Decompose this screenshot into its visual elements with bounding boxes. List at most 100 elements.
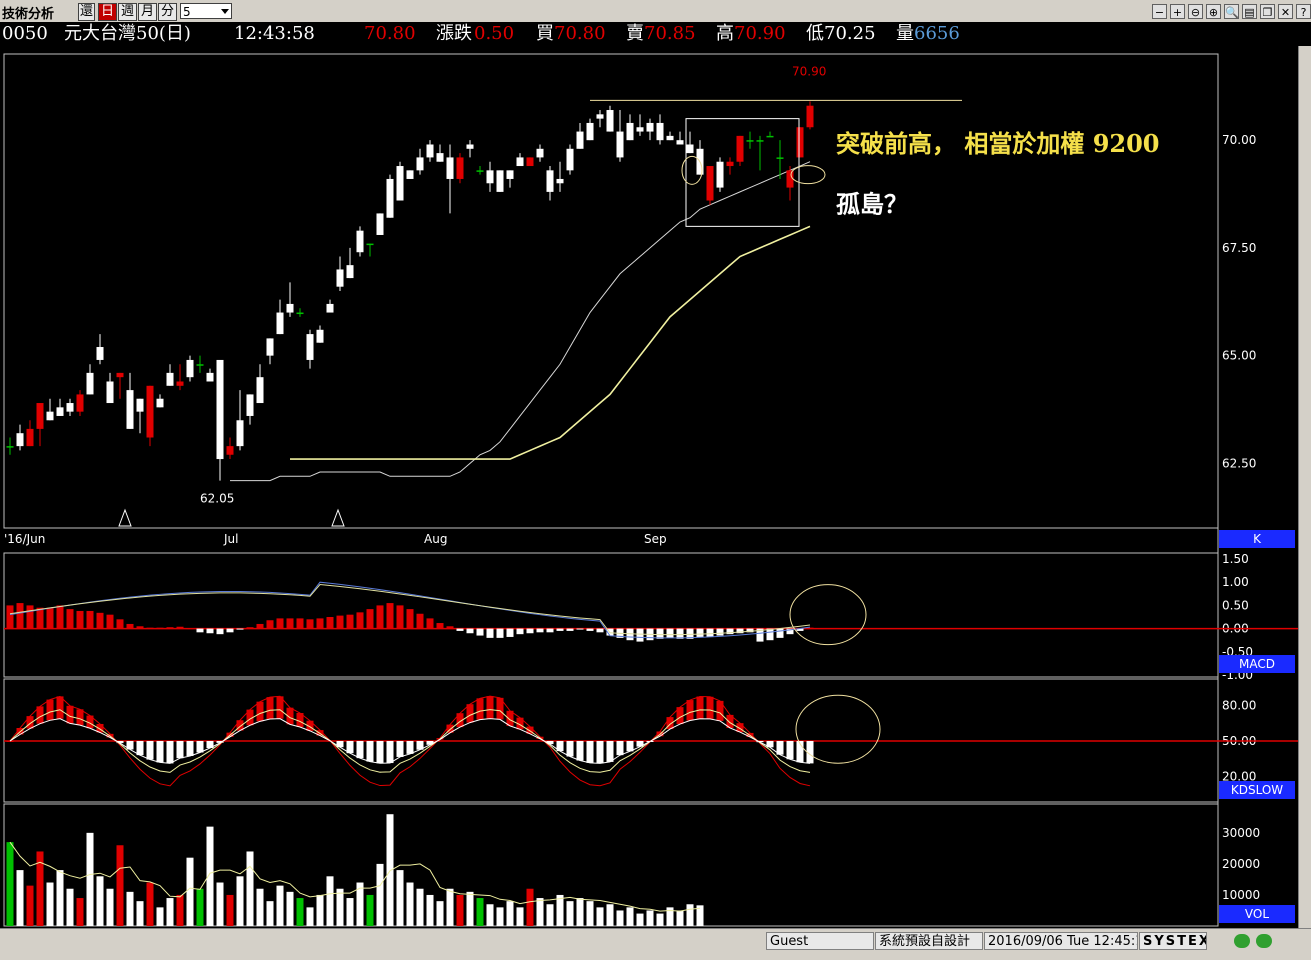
candle-body — [586, 122, 594, 141]
quote-price: 70.80 — [364, 23, 416, 44]
candle-body — [286, 303, 294, 313]
macd-bar — [626, 628, 634, 641]
bid-label: 買 — [536, 23, 554, 44]
macd-bar — [486, 628, 494, 638]
kd-bar — [376, 741, 384, 764]
candle-body — [236, 420, 244, 447]
macd-bar — [636, 628, 644, 642]
window-title: 技術分析 — [2, 7, 55, 22]
candle-body — [136, 398, 144, 412]
candle-body — [86, 372, 94, 395]
candle-body — [606, 110, 614, 132]
volume-bar — [146, 882, 154, 926]
high-value: 70.90 — [734, 23, 786, 44]
macd-bar — [536, 628, 544, 633]
kd-bar — [596, 741, 604, 764]
candle-body — [756, 140, 764, 142]
macd-bar — [526, 628, 534, 634]
volume-bar — [246, 851, 254, 926]
candle-body — [796, 127, 804, 158]
minus-icon[interactable]: − — [1152, 4, 1167, 19]
candle-body — [536, 148, 544, 158]
marker-triangle-icon — [331, 508, 345, 527]
macd-bar — [456, 628, 464, 631]
technical-chart: 62.50 65.00 67.50 70.00 '16/Jun Jul Aug Sep 70.9… — [3, 53, 1298, 927]
volume-bar — [396, 870, 404, 926]
kd-highlight-circle — [795, 694, 881, 764]
macd-bar — [166, 627, 174, 629]
volume-bar — [686, 904, 694, 926]
btn-daily[interactable]: 日 — [98, 3, 117, 21]
zoom-in-icon[interactable]: ⊕ — [1206, 4, 1221, 19]
kd-bar — [166, 741, 174, 764]
candle-body — [296, 312, 304, 315]
candle-body — [656, 122, 664, 141]
period-select[interactable]: 5 — [180, 3, 232, 19]
macd-y-tick: 0.50 — [1222, 598, 1249, 612]
y-tick-label: 70.00 — [1222, 133, 1256, 147]
macd-bar — [696, 628, 704, 637]
macd-panel: 1.501.000.500.00-0.50-1.00 — [4, 552, 1298, 682]
vertical-scrollbar[interactable] — [1298, 46, 1311, 928]
volume-panel: 30000 20000 10000 — [6, 814, 1260, 926]
macd-bar — [426, 618, 434, 629]
volume-bar — [606, 904, 614, 926]
btn-weekly[interactable]: 週 — [118, 3, 137, 21]
macd-bar — [466, 628, 474, 634]
candle-body — [306, 334, 314, 360]
candle-body — [716, 161, 724, 188]
volume-bar — [76, 898, 84, 926]
macd-bar — [126, 623, 134, 629]
macd-bar — [76, 610, 84, 629]
kd-bar — [76, 709, 84, 726]
candle-body — [196, 364, 204, 366]
kd-bar — [186, 741, 194, 756]
macd-bar — [266, 620, 274, 629]
volume-bar — [456, 894, 464, 926]
kd-bar — [146, 741, 154, 760]
ma-long-line — [290, 225, 811, 460]
status-layout[interactable]: 系統預設自設計 — [875, 932, 983, 950]
btn-monthly[interactable]: 月 — [138, 3, 157, 21]
candle-body — [246, 394, 254, 416]
kd-bar — [336, 741, 344, 748]
volume-bar — [676, 910, 684, 926]
restore-icon[interactable]: ❐ — [1260, 4, 1275, 19]
macd-bar — [256, 623, 264, 629]
period-select-value: 5 — [183, 5, 191, 19]
stock-name: 元大台灣50(日) — [64, 23, 191, 44]
search-icon[interactable]: 🔍 — [1224, 4, 1239, 19]
volume-bar — [176, 894, 184, 926]
x-tick-label: Aug — [424, 532, 447, 546]
kd-bar — [156, 741, 164, 763]
zoom-out-icon[interactable]: ⊖ — [1188, 4, 1203, 19]
vol-y-tick: 30000 — [1222, 826, 1260, 840]
candle-body — [116, 372, 124, 378]
btn-minute[interactable]: 分 — [158, 3, 177, 21]
plus-icon[interactable]: + — [1170, 4, 1185, 19]
macd-bar — [596, 628, 604, 633]
volume-bar — [156, 907, 164, 926]
volume-bar — [26, 885, 34, 926]
ask-value: 70.85 — [644, 23, 696, 44]
volume-bar — [426, 894, 434, 926]
btn-restore-adjust[interactable]: 還 — [78, 3, 95, 21]
macd-bar — [46, 607, 54, 629]
candle-body — [566, 148, 574, 171]
kd-bar — [586, 741, 594, 763]
print-icon[interactable]: ▤ — [1242, 4, 1257, 19]
status-user: Guest — [766, 932, 874, 950]
volume-bar — [296, 898, 304, 926]
help-icon[interactable]: ? — [1296, 4, 1311, 19]
macd-frame — [3, 552, 1219, 678]
connection-status-icon — [1234, 934, 1250, 948]
island-annotation: 孤島？ — [836, 190, 908, 219]
vol-y-tick: 10000 — [1222, 888, 1260, 902]
close-icon[interactable]: ✕ — [1278, 4, 1293, 19]
kd-bar — [366, 741, 374, 762]
candle-body — [16, 433, 24, 447]
volume-bar — [476, 898, 484, 926]
candle-body — [96, 347, 104, 360]
candle-body — [446, 157, 454, 179]
kd-bar — [406, 741, 414, 754]
